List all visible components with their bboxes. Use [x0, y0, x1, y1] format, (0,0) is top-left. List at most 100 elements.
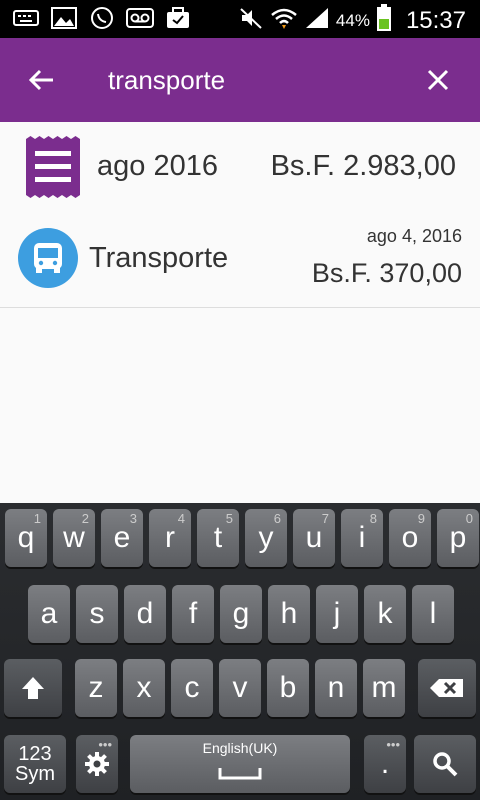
key-p-label: p	[449, 521, 467, 554]
key-j-label: j	[333, 597, 341, 630]
key-d[interactable]: d	[124, 585, 166, 643]
key-e-label: e	[113, 521, 131, 554]
key-p[interactable]: p0	[437, 509, 479, 567]
key-m-label: m	[371, 671, 397, 704]
battery-percent: 44%	[335, 10, 370, 30]
clear-search-button[interactable]	[418, 60, 458, 100]
month-label: ago 2016	[97, 150, 218, 182]
backspace-icon	[430, 679, 463, 697]
key-u-hint: 7	[321, 511, 329, 526]
symbols-key-bottom: Sym	[15, 763, 55, 785]
key-l[interactable]: l	[412, 585, 454, 643]
key-u[interactable]: u7	[293, 509, 335, 567]
microphone-icon: •••	[98, 737, 112, 752]
key-a[interactable]: a	[28, 585, 70, 643]
shift-icon	[22, 677, 44, 699]
arrow-back-icon	[29, 69, 53, 91]
whatsapp-icon	[88, 6, 116, 30]
key-y[interactable]: y6	[245, 509, 287, 567]
key-q-hint: 1	[33, 511, 41, 526]
key-v-label: v	[232, 671, 248, 704]
space-language-label: English(UK)	[202, 740, 278, 756]
symbols-key-top: 123	[18, 743, 52, 765]
battery-icon	[376, 4, 392, 37]
key-u-label: u	[305, 521, 323, 554]
key-a-label: a	[40, 597, 58, 630]
key-z-label: z	[88, 671, 104, 704]
key-o[interactable]: o9	[389, 509, 431, 567]
key-v[interactable]: v	[219, 659, 261, 717]
key-r-label: r	[165, 521, 175, 554]
key-p-hint: 0	[465, 511, 473, 526]
backspace-key[interactable]	[418, 659, 476, 717]
period-key[interactable]: ••• .	[364, 735, 406, 793]
key-f[interactable]: f	[172, 585, 214, 643]
key-w-label: w	[63, 521, 85, 554]
keyboard-icon	[12, 6, 40, 30]
key-g[interactable]: g	[220, 585, 262, 643]
search-input[interactable]: transporte	[108, 65, 225, 96]
settings-key[interactable]: •••	[76, 735, 118, 793]
key-x-label: x	[136, 671, 152, 704]
key-r[interactable]: r4	[149, 509, 191, 567]
key-i[interactable]: i8	[341, 509, 383, 567]
key-w-hint: 2	[81, 511, 89, 526]
key-h-label: h	[280, 597, 298, 630]
receipt-icon	[26, 136, 80, 198]
briefcase-icon	[164, 6, 192, 30]
key-x[interactable]: x	[123, 659, 165, 717]
bus-icon	[34, 243, 62, 273]
key-q-label: q	[17, 521, 35, 554]
back-button[interactable]	[22, 60, 62, 100]
key-q[interactable]: q1	[5, 509, 47, 567]
more-symbols-indicator: •••	[386, 737, 400, 752]
key-k-label: k	[377, 597, 393, 630]
key-r-hint: 4	[177, 511, 185, 526]
transaction-row[interactable]: Transporte ago 4, 2016 Bs.F. 370,00	[0, 214, 480, 308]
key-m[interactable]: m	[363, 659, 405, 717]
search-key[interactable]	[414, 735, 476, 793]
key-n-label: n	[327, 671, 345, 704]
month-summary-row[interactable]: ago 2016 Bs.F. 2.983,00	[0, 122, 480, 214]
system-indicators: 44% 15:37	[238, 4, 466, 37]
signal-icon	[304, 6, 330, 35]
clock: 15:37	[405, 6, 466, 34]
key-o-hint: 9	[417, 511, 425, 526]
key-c[interactable]: c	[171, 659, 213, 717]
symbols-key[interactable]: 123 Sym	[4, 735, 66, 793]
key-w[interactable]: w2	[53, 509, 95, 567]
key-e[interactable]: e3	[101, 509, 143, 567]
month-total: Bs.F. 2.983,00	[270, 150, 456, 182]
key-e-hint: 3	[129, 511, 137, 526]
transaction-amount: Bs.F. 370,00	[311, 258, 462, 288]
voicemail-icon	[126, 6, 154, 30]
key-n[interactable]: n	[315, 659, 357, 717]
key-l-label: l	[429, 597, 437, 630]
key-k[interactable]: k	[364, 585, 406, 643]
key-s-label: s	[89, 597, 105, 630]
search-icon	[433, 752, 458, 777]
status-bar: 44% 15:37	[0, 0, 480, 38]
key-b[interactable]: b	[267, 659, 309, 717]
key-h[interactable]: h	[268, 585, 310, 643]
space-key[interactable]: English(UK)	[130, 735, 350, 793]
shift-key[interactable]	[4, 659, 62, 717]
category-avatar	[18, 228, 78, 288]
key-b-label: b	[279, 671, 297, 704]
image-icon	[50, 6, 78, 30]
key-f-label: f	[188, 597, 198, 630]
key-z[interactable]: z	[75, 659, 117, 717]
key-i-label: i	[358, 521, 366, 554]
key-t[interactable]: t5	[197, 509, 239, 567]
key-s[interactable]: s	[76, 585, 118, 643]
key-i-hint: 8	[369, 511, 377, 526]
space-bar-icon	[218, 768, 262, 780]
close-icon	[427, 69, 449, 91]
key-j[interactable]: j	[316, 585, 358, 643]
key-y-hint: 6	[273, 511, 281, 526]
wifi-icon	[270, 6, 298, 35]
gear-icon	[85, 752, 109, 776]
key-o-label: o	[401, 521, 419, 554]
notification-icons	[12, 6, 192, 30]
search-app-bar: transporte	[0, 38, 480, 122]
